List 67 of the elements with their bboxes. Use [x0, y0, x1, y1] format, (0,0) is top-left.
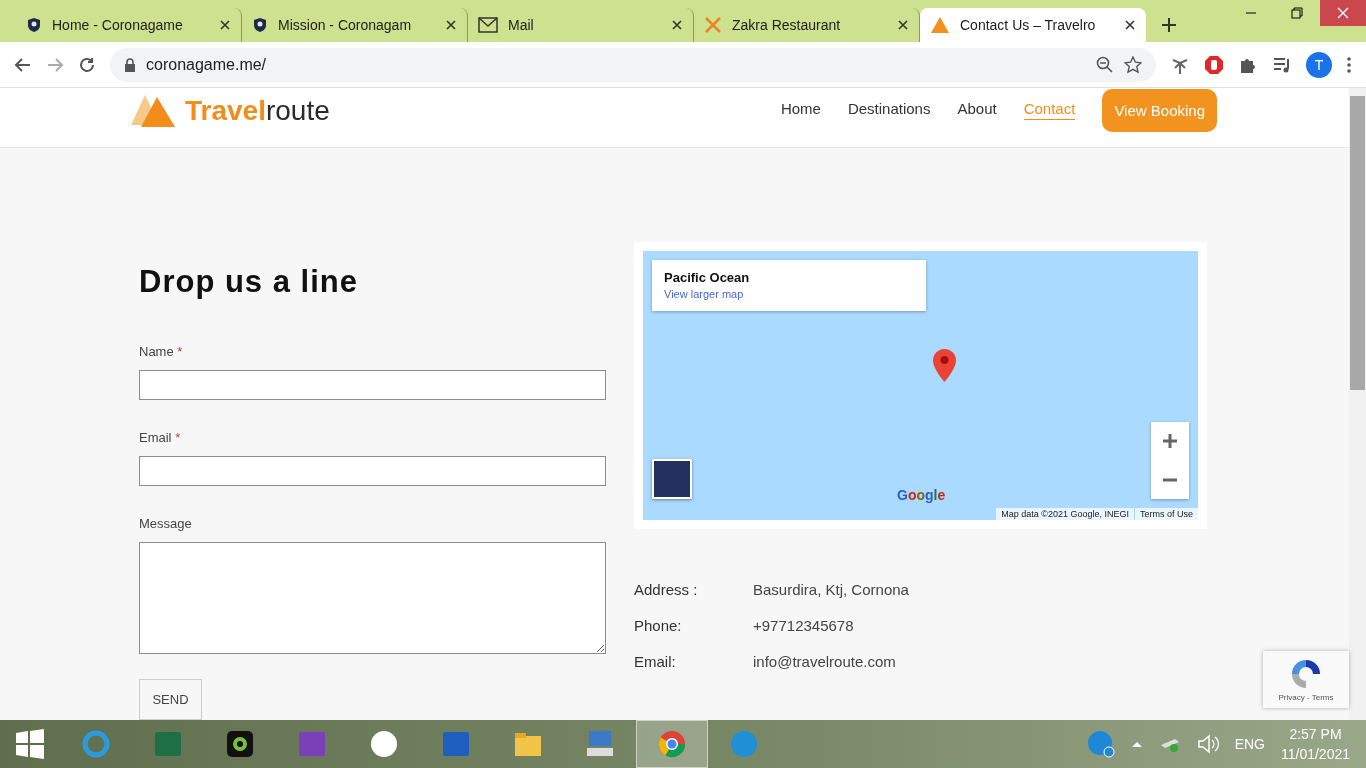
send-button[interactable]: SEND	[139, 679, 202, 720]
webcam-app-icon[interactable]	[224, 728, 256, 760]
zoom-in-icon[interactable]	[1161, 432, 1179, 451]
text-input-field[interactable]	[139, 370, 606, 400]
profile-avatar[interactable]: T	[1306, 51, 1332, 78]
contact-label: Email:	[634, 653, 677, 670]
text-input-field[interactable]	[139, 456, 606, 486]
help-icon[interactable]	[1086, 730, 1115, 758]
zoom-out-icon[interactable]	[1096, 55, 1114, 74]
recaptcha-icon	[1289, 657, 1323, 691]
message-field[interactable]	[139, 542, 606, 654]
field-label: Email *	[139, 430, 182, 445]
map[interactable]: Pacific Ocean View larger map Google Map data ©2021 Google, INEGI Terms of Use	[643, 251, 1198, 520]
site-logo-text[interactable]: Travelroute	[185, 95, 330, 127]
crossed-utensils-icon	[704, 16, 722, 34]
field-label: Name *	[139, 344, 184, 359]
satellite-thumbnail[interactable]	[652, 459, 692, 499]
triangle-logo-icon	[930, 16, 950, 34]
contact-value: +97712345678	[753, 617, 855, 634]
map-attribution: Map data ©2021 Google, INEGI	[996, 508, 1134, 520]
contact-value: Basurdira, Ktj, Cornona	[753, 581, 910, 598]
restore-icon[interactable]	[1291, 7, 1303, 19]
tab-title: Contact Us – Travelro	[960, 17, 1097, 33]
recaptcha-links[interactable]: Privacy - Terms	[1278, 693, 1334, 702]
envelope-icon	[478, 17, 498, 33]
browser-tab[interactable]: Contact Us – Travelro	[920, 8, 1146, 42]
reload-icon[interactable]	[78, 55, 96, 74]
close-icon[interactable]	[219, 19, 231, 31]
close-icon[interactable]	[897, 19, 909, 31]
forward-arrow-icon[interactable]	[46, 55, 64, 74]
nav-link[interactable]: About	[957, 100, 997, 120]
map-pin-icon	[932, 348, 957, 383]
stop-hand-icon[interactable]	[1204, 54, 1224, 75]
nav-link[interactable]: Destinations	[847, 100, 931, 120]
contact-value: info@travelroute.com	[753, 653, 897, 670]
more-menu-icon[interactable]	[1346, 55, 1352, 74]
form-heading: Drop us a line	[139, 264, 359, 300]
back-arrow-icon[interactable]	[14, 55, 32, 74]
tab-title: Home - Coronagame	[52, 17, 184, 33]
tab-title: Zakra Restaurant	[732, 17, 842, 33]
speaker-icon[interactable]	[1196, 734, 1219, 754]
shield-icon	[252, 17, 268, 33]
star-icon[interactable]	[1124, 55, 1142, 74]
windows-start-icon[interactable]	[14, 728, 46, 760]
close-icon[interactable]	[445, 19, 457, 31]
terms-link[interactable]: Terms of Use	[1135, 508, 1198, 520]
chrome-browser-icon[interactable]	[656, 728, 688, 760]
contact-label: Phone:	[634, 617, 683, 634]
contact-label: Address :	[634, 581, 699, 598]
caret-up-icon[interactable]	[1130, 740, 1143, 748]
scrollbar[interactable]	[1349, 88, 1366, 720]
map-brand-logo: Google	[897, 487, 946, 503]
address-bar[interactable]: coronagame.me/	[110, 47, 1156, 82]
url-text: coronagame.me/	[146, 55, 268, 74]
close-icon[interactable]	[1124, 19, 1136, 31]
close-button[interactable]	[1320, 0, 1366, 26]
tab-title: Mission - Coronagam	[278, 17, 413, 33]
plus-icon[interactable]	[1161, 17, 1177, 33]
tab-title: Mail	[508, 17, 535, 33]
recaptcha-badge[interactable]: Privacy - Terms	[1263, 651, 1349, 708]
nav-link[interactable]: Home	[780, 100, 821, 120]
field-label: Message	[139, 516, 193, 531]
close-icon[interactable]	[671, 19, 683, 31]
place-name: Pacific Ocean	[664, 270, 751, 285]
shield-icon	[26, 17, 42, 33]
lock-icon	[124, 57, 136, 72]
view-larger-map-link[interactable]: View larger map	[664, 288, 914, 300]
